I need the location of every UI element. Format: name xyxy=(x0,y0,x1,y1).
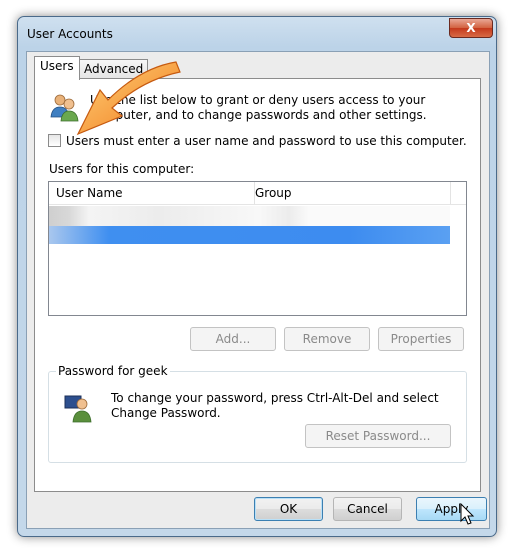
require-login-checkbox[interactable] xyxy=(48,134,61,147)
require-login-checkbox-row[interactable]: Users must enter a user name and passwor… xyxy=(48,134,467,148)
users-listview[interactable]: User Name Group xyxy=(48,181,467,316)
listview-header: User Name Group xyxy=(49,182,466,205)
key-user-icon xyxy=(64,395,92,423)
apply-button[interactable]: Apply xyxy=(416,497,487,521)
cancel-button[interactable]: Cancel xyxy=(333,497,402,521)
users-tab-panel: Use the list below to grant or deny user… xyxy=(34,78,481,492)
window-title: User Accounts xyxy=(27,27,113,41)
close-icon: X xyxy=(466,21,476,35)
ok-button[interactable]: OK xyxy=(254,497,323,521)
password-group-legend: Password for geek xyxy=(56,364,170,378)
mouse-cursor xyxy=(460,503,475,525)
password-groupbox: Password for geek To change your passwor… xyxy=(48,364,467,463)
table-row[interactable] xyxy=(49,206,466,244)
users-list-label: Users for this computer: xyxy=(49,162,195,176)
password-instructions: To change your password, press Ctrl-Alt-… xyxy=(111,391,439,420)
properties-button[interactable]: Properties xyxy=(378,327,464,351)
dialog-client-area: Users Advanced Use the list below to gra… xyxy=(26,51,490,529)
remove-button[interactable]: Remove xyxy=(284,327,370,351)
add-button[interactable]: Add... xyxy=(190,327,276,351)
tab-advanced[interactable]: Advanced xyxy=(79,59,149,80)
blurred-row xyxy=(49,206,450,226)
tab-users[interactable]: Users xyxy=(34,56,80,80)
selected-row-highlight xyxy=(49,226,450,244)
column-user-name[interactable]: User Name xyxy=(49,182,255,204)
title-bar[interactable]: User Accounts X xyxy=(26,18,496,46)
close-button[interactable]: X xyxy=(449,18,493,38)
require-login-label: Users must enter a user name and passwor… xyxy=(66,134,467,148)
intro-text: Use the list below to grant or deny user… xyxy=(90,93,427,122)
user-accounts-window: User Accounts X Users Advanced Use the l… xyxy=(17,16,497,537)
users-icon xyxy=(50,94,79,122)
column-group[interactable]: Group xyxy=(248,182,451,204)
reset-password-button[interactable]: Reset Password... xyxy=(305,424,451,448)
